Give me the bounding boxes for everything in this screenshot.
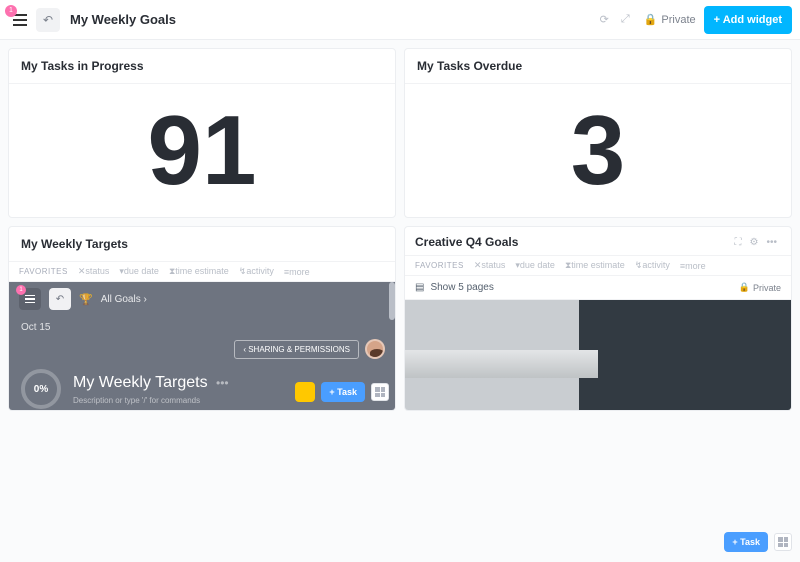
embed-menu-icon[interactable]: 1 (19, 288, 41, 310)
goal-more-icon[interactable]: ••• (216, 376, 229, 390)
progress-ring: 0% (21, 369, 61, 409)
floating-actions: + Task (724, 532, 792, 552)
filter-more[interactable]: ≡more (680, 261, 706, 271)
lock-icon: 🔒 (739, 282, 750, 293)
card-title: My Tasks in Progress (9, 49, 395, 84)
all-goals-link[interactable]: All Goals › (101, 294, 147, 305)
filter-due-date[interactable]: ▾due date (119, 266, 159, 277)
embed-back-button[interactable]: ↶ (49, 288, 71, 310)
trophy-icon: 🏆 (79, 293, 93, 306)
more-icon[interactable]: ••• (762, 237, 781, 248)
card-title: My Tasks Overdue (405, 49, 791, 84)
card-title: My Weekly Targets (9, 227, 395, 262)
cover-image: ↖ (405, 300, 791, 410)
filter-time-estimate[interactable]: ⧗time estimate (565, 260, 625, 271)
add-widget-button[interactable]: + Add widget (704, 6, 792, 34)
fullscreen-icon[interactable]: ⛶ (731, 237, 746, 248)
floating-task-button[interactable]: + Task (724, 532, 768, 552)
expand-icon[interactable]: ⤢ (615, 13, 636, 26)
filter-status[interactable]: ✕status (78, 266, 110, 277)
tasks-in-progress-value: 91 (9, 84, 395, 217)
creative-q4-card: Creative Q4 Goals ⛶ ⚙ ••• FAVORITES ✕sta… (404, 226, 792, 411)
filter-status[interactable]: ✕status (474, 260, 506, 271)
tasks-in-progress-card: My Tasks in Progress 91 (8, 48, 396, 218)
tasks-overdue-card: My Tasks Overdue 3 (404, 48, 792, 218)
filter-favorites[interactable]: FAVORITES (415, 261, 464, 270)
filter-favorites[interactable]: FAVORITES (19, 267, 68, 276)
app-header: 1 ↶ My Weekly Goals ⟳ ⤢ 🔒 Private + Add … (0, 0, 800, 40)
goals-embed: 1 ↶ 🏆 All Goals › Oct 15 ‹ SHARING & PER… (9, 282, 395, 410)
settings-icon[interactable]: ⚙ (746, 237, 763, 248)
sharing-permissions-button[interactable]: ‹ SHARING & PERMISSIONS (234, 340, 359, 359)
embed-notification-badge: 1 (16, 285, 26, 295)
filters-bar: FAVORITES ✕status ▾due date ⧗time estima… (9, 262, 395, 282)
filters-bar: FAVORITES ✕status ▾due date ⧗time estima… (405, 256, 791, 276)
tasks-overdue-value: 3 (405, 84, 791, 217)
notification-badge: 1 (5, 5, 17, 17)
new-task-button[interactable]: + Task (321, 382, 365, 402)
filter-more[interactable]: ≡more (284, 267, 310, 277)
dashboard-grid: My Tasks in Progress 91 My Tasks Overdue… (0, 40, 800, 419)
record-icon[interactable] (295, 382, 315, 402)
card-title: Creative Q4 Goals (415, 235, 518, 249)
back-button[interactable]: ↶ (36, 8, 60, 32)
filter-time-estimate[interactable]: ⧗time estimate (169, 266, 229, 277)
avatar[interactable] (365, 339, 385, 359)
apps-icon[interactable] (371, 383, 389, 401)
lock-icon: 🔒 (644, 13, 658, 26)
refresh-icon[interactable]: ⟳ (594, 13, 615, 26)
description-hint[interactable]: Description or type '/' for commands (73, 396, 229, 405)
weekly-targets-card: My Weekly Targets FAVORITES ✕status ▾due… (8, 226, 396, 411)
date-label: Oct 15 (9, 316, 395, 339)
filter-activity[interactable]: ↯activity (239, 266, 274, 277)
page-title: My Weekly Goals (70, 12, 176, 27)
privacy-toggle[interactable]: 🔒 Private (636, 13, 704, 26)
private-label[interactable]: 🔒 Private (739, 282, 781, 293)
filter-activity[interactable]: ↯activity (635, 260, 670, 271)
scrollbar[interactable] (389, 282, 395, 320)
show-pages-link[interactable]: Show 5 pages (430, 282, 493, 293)
floating-apps-icon[interactable] (774, 533, 792, 551)
filter-due-date[interactable]: ▾due date (515, 260, 555, 271)
show-pages-row: ▤ Show 5 pages 🔒 Private (405, 276, 791, 300)
menu-icon[interactable]: 1 (8, 8, 32, 32)
pages-icon: ▤ (415, 282, 424, 293)
goal-title: My Weekly Targets (73, 374, 208, 391)
